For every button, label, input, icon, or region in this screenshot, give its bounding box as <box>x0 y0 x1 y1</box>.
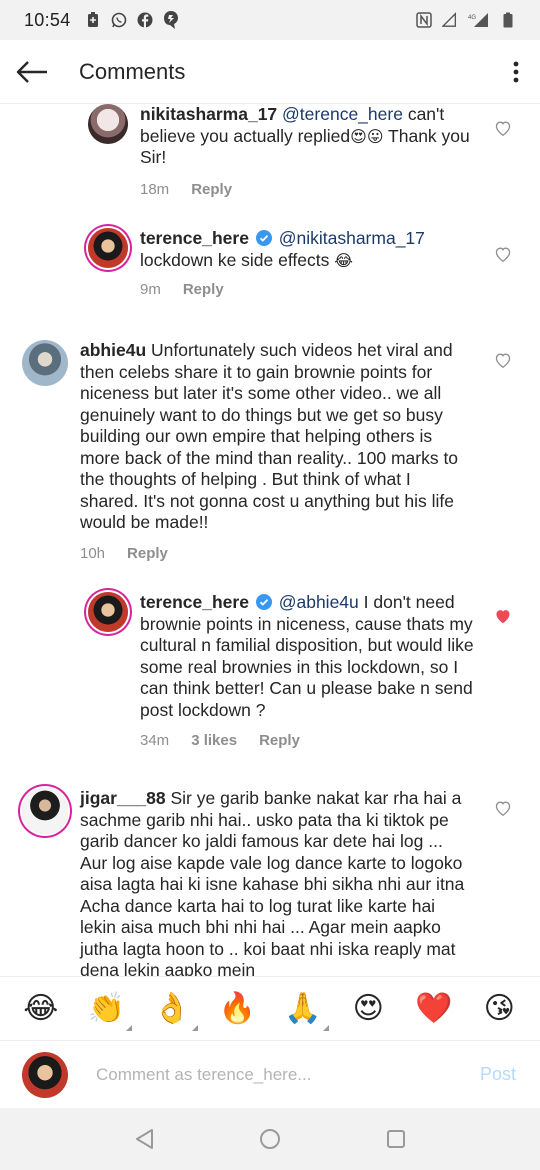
comment: jigar___88 Sir ye garib banke nakat kar … <box>22 788 482 976</box>
whatsapp-icon <box>111 12 127 28</box>
quick-emoji-bar: 😂 👏 👌 🔥 🙏 😍 ❤️ 😘 <box>0 976 540 1040</box>
comment-mention[interactable]: @nikitasharma_17 <box>279 228 425 248</box>
more-vertical-icon <box>513 61 519 82</box>
back-arrow-icon <box>16 60 47 83</box>
comment-meta: 34m 3 likes Reply <box>140 730 478 752</box>
avatar[interactable] <box>88 592 128 632</box>
emoji-laughing-button[interactable]: 😂 <box>19 987 63 1031</box>
circle-home-icon <box>260 1129 280 1149</box>
comment-username[interactable]: nikitasharma_17 <box>140 104 277 124</box>
page-title: Comments <box>79 58 186 84</box>
comment-meta: 10h Reply <box>80 543 472 565</box>
liked-heart-icon[interactable] <box>494 608 512 624</box>
comment-reply: terence_here @abhie4u I don't need brown… <box>88 592 478 752</box>
comment-meta: 9m Reply <box>140 279 478 301</box>
battery-icon <box>500 12 516 28</box>
emoji-clap-button[interactable]: 👏 <box>84 987 133 1031</box>
comment-text: terence_here @nikitasharma_17 lockdown k… <box>140 228 425 270</box>
like-heart-icon[interactable] <box>494 246 512 262</box>
comment-emoji: 😍😛 <box>350 126 384 146</box>
comment-time: 9m <box>140 281 161 298</box>
square-recents-icon <box>387 1130 405 1148</box>
reply-button[interactable]: Reply <box>127 543 168 565</box>
avatar[interactable] <box>88 228 128 268</box>
comment: abhie4u Unfortunately such videos het vi… <box>22 340 482 564</box>
nav-recents-button[interactable] <box>376 1119 416 1159</box>
comment-text: nikitasharma_17 @terence_here can't beli… <box>140 104 470 167</box>
back-button[interactable] <box>0 40 64 104</box>
post-button[interactable]: Post <box>480 1064 516 1085</box>
nav-home-button[interactable] <box>250 1119 290 1159</box>
comment-text: abhie4u Unfortunately such videos het vi… <box>80 340 459 532</box>
comment-username[interactable]: terence_here <box>140 592 249 612</box>
like-heart-icon[interactable] <box>494 352 512 368</box>
emoji-ok-hand-button[interactable]: 👌 <box>150 987 198 1031</box>
skin-tone-indicator <box>126 1024 133 1031</box>
emoji-heart-eyes-button[interactable]: 😍 <box>346 987 390 1031</box>
comment-reply: terence_here @nikitasharma_17 lockdown k… <box>88 228 478 301</box>
like-heart-icon[interactable] <box>494 120 512 136</box>
emoji-fire-button[interactable]: 🔥 <box>215 987 259 1031</box>
reply-button[interactable]: Reply <box>259 730 300 752</box>
comment-username[interactable]: abhie4u <box>80 340 146 360</box>
facebook-icon <box>137 12 153 28</box>
reply-button[interactable]: Reply <box>183 279 224 301</box>
more-options-button[interactable] <box>492 40 540 104</box>
comment-time: 10h <box>80 544 106 562</box>
comment-username[interactable]: jigar___88 <box>80 788 166 808</box>
reply-button[interactable]: Reply <box>191 179 232 201</box>
triangle-back-icon <box>136 1129 153 1149</box>
comment-text: terence_here @abhie4u I don't need brown… <box>140 592 474 720</box>
status-bar: 10:54 4G <box>0 0 540 40</box>
comment-text: jigar___88 Sir ye garib banke nakat kar … <box>80 788 465 976</box>
current-user-avatar[interactable] <box>22 1051 68 1098</box>
likes-count[interactable]: 3 likes <box>191 730 237 752</box>
verified-badge-icon <box>255 594 272 610</box>
notification-icons <box>85 11 179 29</box>
app-notification-icon <box>163 11 179 29</box>
avatar[interactable] <box>22 340 68 386</box>
avatar[interactable] <box>22 788 68 834</box>
system-navigation-bar <box>0 1108 540 1170</box>
comment-username[interactable]: terence_here <box>140 228 249 248</box>
signal-4g-icon: 4G <box>468 12 490 28</box>
status-time: 10:54 <box>24 9 71 30</box>
verified-badge-icon <box>255 230 272 246</box>
avatar[interactable] <box>88 104 128 144</box>
nfc-icon <box>416 12 432 28</box>
emoji-kiss-button[interactable]: 😘 <box>477 987 521 1031</box>
comments-list[interactable]: nikitasharma_17 @terence_here can't beli… <box>0 104 540 976</box>
comment-meta: 18m Reply <box>140 179 478 201</box>
comment-reply: nikitasharma_17 @terence_here can't beli… <box>88 104 478 200</box>
skin-tone-indicator <box>322 1024 329 1031</box>
svg-text:4G: 4G <box>468 15 476 21</box>
app-header: Comments <box>0 40 540 104</box>
comment-emoji: 😂 <box>334 250 353 270</box>
nav-back-button[interactable] <box>124 1119 164 1159</box>
comment-time: 34m <box>140 732 170 749</box>
comment-composer: Post <box>0 1040 540 1108</box>
emoji-pray-button[interactable]: 🙏 <box>281 987 329 1031</box>
comment-input[interactable] <box>96 1064 480 1085</box>
battery-saver-icon <box>85 12 101 28</box>
system-icons: 4G <box>416 12 516 28</box>
comment-time: 18m <box>140 180 170 198</box>
comment-mention[interactable]: @terence_here <box>282 104 403 124</box>
signal-empty-icon <box>442 12 458 28</box>
comment-mention[interactable]: @abhie4u <box>279 592 359 612</box>
emoji-red-heart-button[interactable]: ❤️ <box>412 987 456 1031</box>
skin-tone-indicator <box>191 1024 198 1031</box>
like-heart-icon[interactable] <box>494 800 512 816</box>
